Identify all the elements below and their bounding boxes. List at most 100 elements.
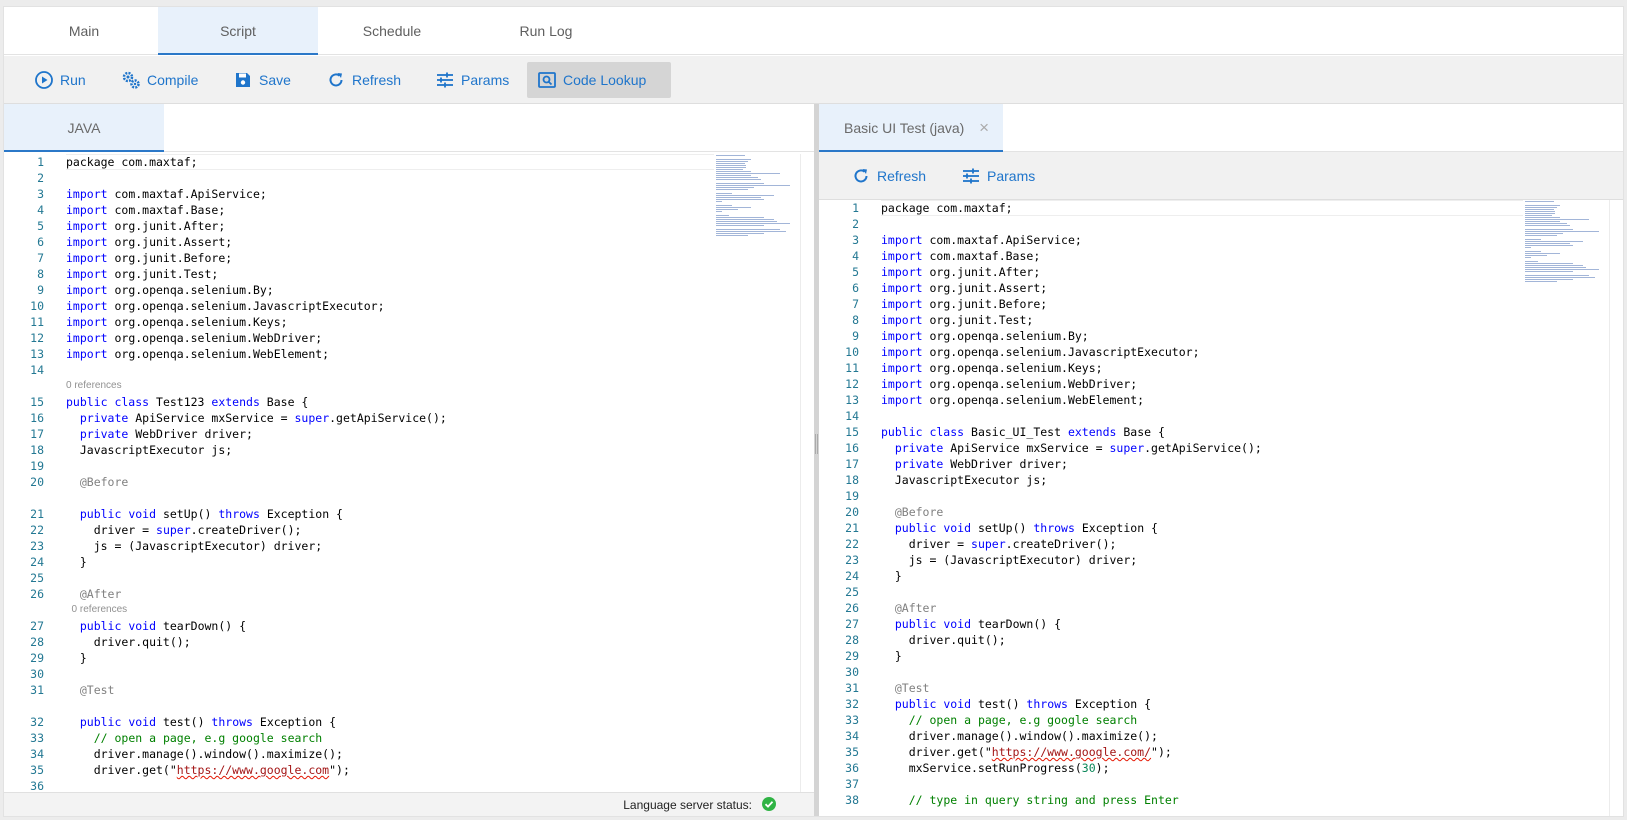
line-number: 2 [852,217,859,231]
line-number: 26 [845,601,859,615]
code-line: 7 import org.junit.Before; [819,296,1623,312]
code-text: } [881,569,902,583]
code-text: import org.openqa.selenium.WebElement; [881,393,1145,407]
code-text: driver = super.createDriver(); [881,537,1117,551]
code-line: 27 public void tearDown() { [4,618,814,634]
code-line: 17 private WebDriver driver; [819,456,1623,472]
code-line: 23 js = (JavascriptExecutor) driver; [4,538,814,554]
line-number: 33 [30,731,44,745]
line-number: 16 [845,441,859,455]
line-number: 32 [845,697,859,711]
code-text: import org.openqa.selenium.JavascriptExe… [66,299,385,313]
code-lens-spacer [4,698,814,714]
code-line: 7 import org.junit.Before; [4,250,814,266]
tab-main[interactable]: Main [4,7,164,55]
reference-code-editor[interactable]: 1 package com.maxtaf; 2 3 import com.maxtaf.… [819,200,1623,816]
code-text: @Test [79,683,115,697]
line-number: 11 [845,361,859,375]
line-number: 15 [30,395,44,409]
code-line: 5 import org.junit.After; [819,264,1623,280]
status-bar: Language server status: [4,792,814,816]
line-number: 28 [845,633,859,647]
code-line: 10 import org.openqa.selenium.JavascriptE… [819,344,1623,360]
line-number: 17 [845,457,859,471]
line-number: 35 [30,763,44,777]
code-line: 1 package com.maxtaf; [4,154,814,170]
line-number: 3 [852,233,859,247]
line-number: 13 [845,393,859,407]
compile-button[interactable]: Compile [111,62,208,98]
reference-params-label: Params [987,168,1036,184]
line-number: 36 [30,779,44,792]
line-number: 37 [845,777,859,791]
reference-toolbar: Refresh Params [819,152,1623,200]
line-number: 14 [845,409,859,423]
line-number: 10 [845,345,859,359]
line-number: 31 [30,683,44,697]
save-button[interactable]: Save [223,62,301,98]
minimap[interactable] [1525,200,1605,300]
editor-scrollbar[interactable] [1609,200,1623,816]
code-line: 8 import org.junit.Test; [4,266,814,282]
code-line: 20 @Before [4,474,814,490]
code-text: import org.junit.Before; [881,297,1048,311]
references-label[interactable]: 0 references [66,378,122,394]
code-lookup-button[interactable]: Code Lookup [527,62,671,98]
line-number: 35 [845,745,859,759]
params-button[interactable]: Params [425,62,519,98]
code-line: 24 } [4,554,814,570]
code-text: public void setUp() throws Exception { [894,521,1158,535]
references-label[interactable]: 0 references [66,602,128,618]
top-tab-bar: Main Script Schedule Run Log [4,7,1623,55]
code-text: import org.junit.After; [66,219,226,233]
minimap[interactable] [716,154,796,254]
code-line: 32 public void test() throws Exception { [4,714,814,730]
code-text: driver.get("https://www.google.com"); [66,763,350,777]
tab-schedule[interactable]: Schedule [312,7,472,55]
line-number: 30 [30,667,44,681]
code-line: 4 import com.maxtaf.Base; [819,248,1623,264]
code-text: import com.maxtaf.ApiService; [66,187,267,201]
refresh-label: Refresh [352,72,402,88]
reference-refresh-button[interactable]: Refresh [841,158,936,194]
java-editor-pane: JAVA 1 package com.maxtaf; 2 3 import com.ma… [4,104,814,816]
code-line: 20 @Before [819,504,1623,520]
line-number: 7 [37,251,44,265]
code-text: } [881,649,902,663]
code-line: 30 [819,664,1623,680]
code-line: 6 import org.junit.Assert; [819,280,1623,296]
code-text: @After [894,601,937,615]
code-line: 22 driver = super.createDriver(); [819,536,1623,552]
tab-script[interactable]: Script [158,7,318,55]
code-text: public class Basic_UI_Test extends Base … [881,425,1165,439]
code-text: driver.quit(); [881,633,1006,647]
code-text: import org.openqa.selenium.By; [881,329,1089,343]
code-text: } [66,651,87,665]
line-number: 15 [845,425,859,439]
code-line: 14 [4,362,814,378]
java-code-editor[interactable]: 1 package com.maxtaf; 2 3 import com.maxtaf.… [4,152,814,792]
line-number: 9 [37,283,44,297]
code-line: 15 public class Test123 extends Base { [4,394,814,410]
line-number: 30 [845,665,859,679]
code-line: 2 [4,170,814,186]
run-button[interactable]: Run [24,62,96,98]
tab-basic-ui-test[interactable]: Basic UI Test (java) × [819,104,1003,152]
code-line: 17 private WebDriver driver; [4,426,814,442]
line-number: 4 [37,203,44,217]
code-text: @Before [79,475,129,489]
close-icon[interactable]: × [979,104,989,152]
code-text: JavascriptExecutor js; [881,473,1048,487]
code-text: package com.maxtaf; [66,155,198,169]
code-text: public void test() throws Exception { [79,715,337,729]
tab-java[interactable]: JAVA [4,104,164,152]
refresh-button[interactable]: Refresh [316,62,411,98]
line-number: 38 [845,793,859,807]
code-text: import org.junit.After; [881,265,1041,279]
reference-params-button[interactable]: Params [951,158,1045,194]
sliders-icon [963,168,979,184]
search-box-icon [538,72,556,88]
tab-run-log[interactable]: Run Log [466,7,626,55]
line-number: 26 [30,587,44,601]
editor-scrollbar[interactable] [800,154,814,792]
